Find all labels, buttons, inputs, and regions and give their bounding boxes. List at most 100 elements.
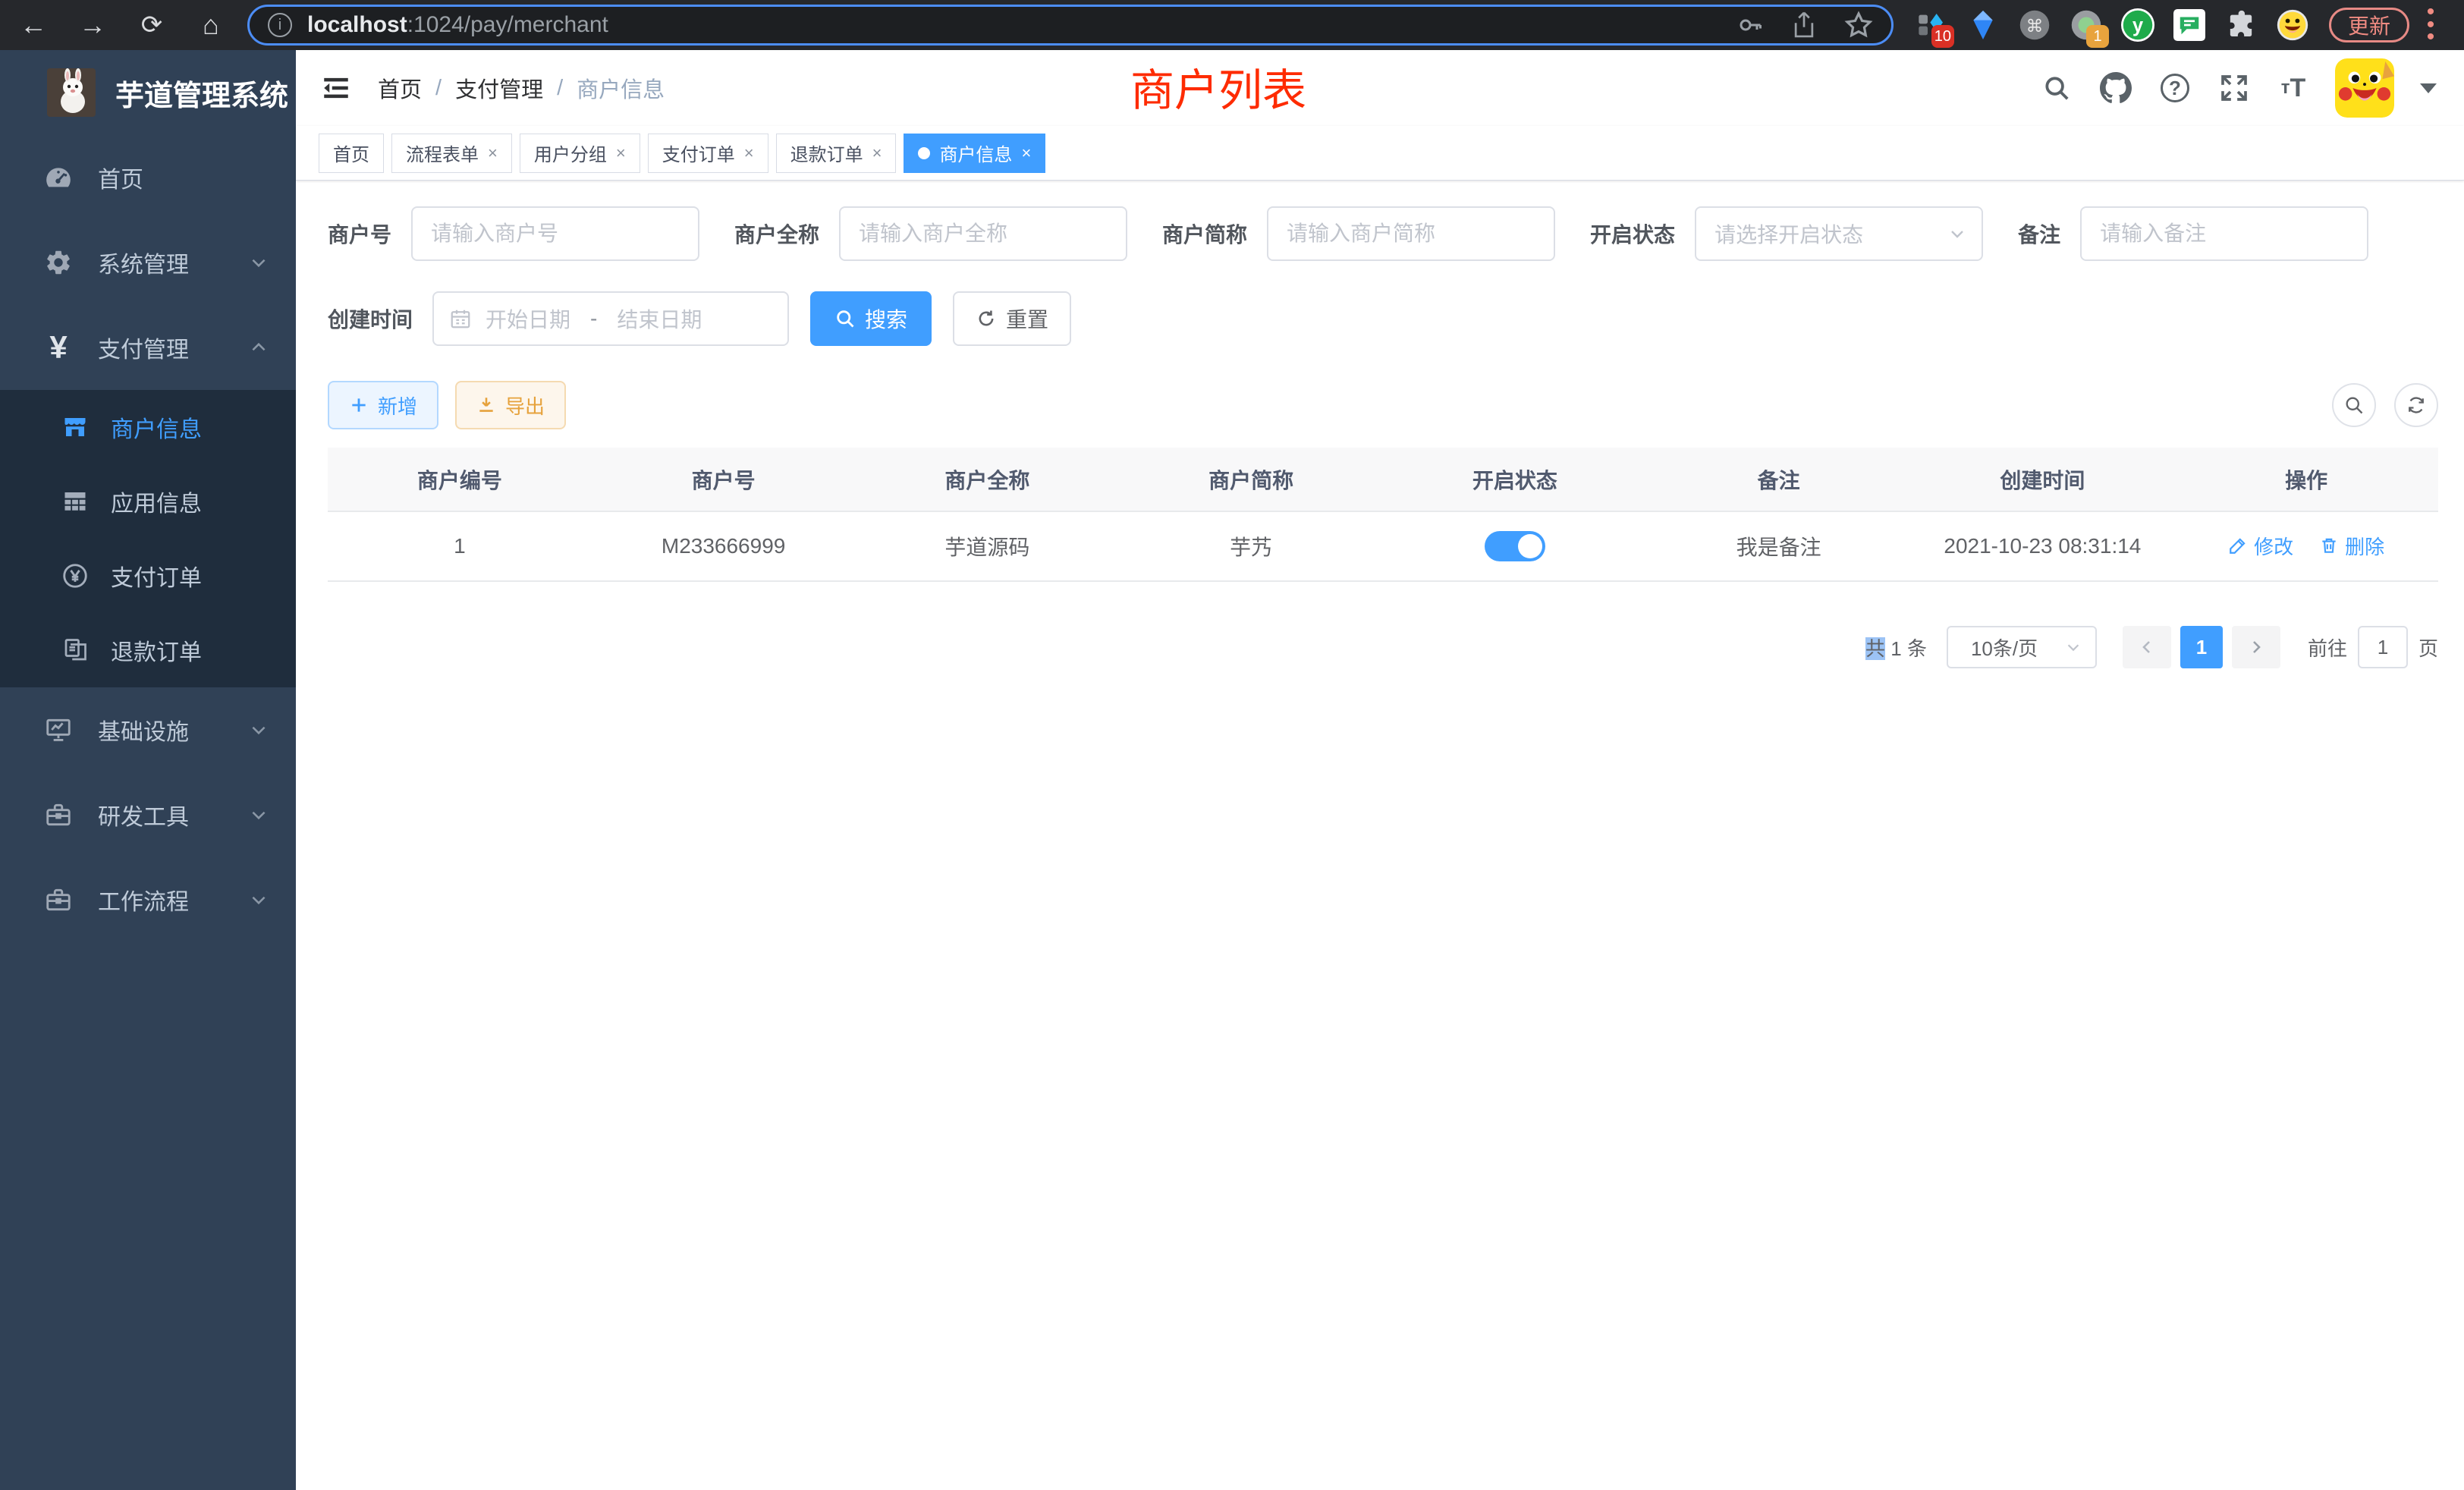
status-select[interactable]: 请选择开启状态 bbox=[1695, 206, 1983, 261]
add-button[interactable]: 新增 bbox=[328, 381, 438, 429]
shop-icon bbox=[59, 413, 91, 441]
page-size-select[interactable]: 10条/页 bbox=[1947, 626, 2097, 668]
sidebar-item-system[interactable]: 系统管理 bbox=[0, 220, 296, 305]
sidebar-item-merchant-info[interactable]: 商户信息 bbox=[0, 390, 296, 464]
user-avatar[interactable] bbox=[2335, 58, 2394, 118]
tab-pay-order[interactable]: 支付订单× bbox=[648, 134, 768, 173]
svg-text:y: y bbox=[2132, 15, 2144, 36]
bookmark-star-icon[interactable] bbox=[1844, 11, 1873, 39]
create-time-label: 创建时间 bbox=[328, 303, 413, 334]
tab-home[interactable]: 首页 bbox=[319, 134, 384, 173]
extension-green-y-icon[interactable]: y bbox=[2121, 8, 2154, 42]
refresh-icon[interactable] bbox=[2394, 383, 2438, 427]
cmd-glyph: ⌘ bbox=[2026, 16, 2044, 36]
password-key-icon[interactable] bbox=[1736, 11, 1764, 39]
sidebar-fold-icon[interactable] bbox=[320, 72, 352, 104]
close-icon[interactable]: × bbox=[488, 143, 498, 163]
sidebar-item-refund-order[interactable]: 退款订单 bbox=[0, 613, 296, 687]
page-number-1[interactable]: 1 bbox=[2180, 626, 2223, 668]
url-bar[interactable]: i localhost:1024/pay/merchant bbox=[247, 5, 1894, 46]
close-icon[interactable]: × bbox=[1021, 143, 1031, 163]
url-text: localhost:1024/pay/merchant bbox=[307, 12, 608, 38]
font-size-icon[interactable]: тT bbox=[2276, 71, 2311, 105]
extensions-puzzle-icon[interactable] bbox=[2224, 8, 2258, 42]
browser-forward-icon[interactable]: → bbox=[76, 11, 109, 39]
browser-reload-icon[interactable]: ⟳ bbox=[135, 12, 168, 38]
extension-recorder-icon[interactable]: 1 bbox=[2070, 8, 2103, 42]
toggle-knob bbox=[1518, 534, 1542, 558]
prev-page-button[interactable] bbox=[2123, 626, 2171, 668]
cell-merchant-no: M233666999 bbox=[592, 511, 856, 581]
edit-link[interactable]: 修改 bbox=[2228, 532, 2293, 560]
avatar-caret-icon[interactable] bbox=[2420, 83, 2437, 93]
top-navbar: 首页 / 支付管理 / 商户信息 ? bbox=[296, 50, 2464, 126]
browser-back-icon[interactable]: ← bbox=[17, 11, 50, 39]
sidebar-item-payment[interactable]: ¥ 支付管理 bbox=[0, 305, 296, 390]
status-toggle[interactable] bbox=[1485, 531, 1545, 561]
sidebar-item-home[interactable]: 首页 bbox=[0, 135, 296, 220]
col-create-time: 创建时间 bbox=[1911, 448, 2175, 511]
col-remark: 备注 bbox=[1647, 448, 1911, 511]
share-icon[interactable] bbox=[1791, 11, 1817, 39]
goto-label: 前往 bbox=[2308, 633, 2347, 662]
delete-link[interactable]: 删除 bbox=[2319, 532, 2384, 560]
create-time-range-picker[interactable]: 开始日期 - 结束日期 bbox=[432, 291, 789, 346]
full-name-label: 商户全称 bbox=[734, 218, 819, 249]
tab-merchant-info[interactable]: 商户信息× bbox=[904, 134, 1045, 173]
close-icon[interactable]: × bbox=[872, 143, 882, 163]
cell-create-time: 2021-10-23 08:31:14 bbox=[1911, 511, 2175, 581]
sidebar-item-infra[interactable]: 基础设施 bbox=[0, 687, 296, 772]
reset-button[interactable]: 重置 bbox=[953, 291, 1071, 346]
browser-menu-icon[interactable]: ••• bbox=[2423, 6, 2438, 44]
url-path: :1024/pay/merchant bbox=[407, 12, 608, 37]
help-icon[interactable]: ? bbox=[2158, 71, 2192, 105]
tab-user-group[interactable]: 用户分组× bbox=[520, 134, 640, 173]
toggle-search-icon[interactable] bbox=[2332, 383, 2376, 427]
extension-workona-icon[interactable]: 10 bbox=[1915, 8, 1948, 42]
next-page-button[interactable] bbox=[2232, 626, 2280, 668]
tab-refund-order[interactable]: 退款订单× bbox=[776, 134, 897, 173]
tab-process-form[interactable]: 流程表单× bbox=[391, 134, 512, 173]
short-name-input[interactable] bbox=[1267, 206, 1555, 261]
breadcrumb-section[interactable]: 支付管理 bbox=[455, 72, 543, 104]
col-full-name: 商户全称 bbox=[856, 448, 1120, 511]
breadcrumb-home[interactable]: 首页 bbox=[378, 72, 422, 104]
sidebar-item-label: 支付管理 bbox=[98, 331, 189, 364]
sidebar-item-label: 系统管理 bbox=[98, 246, 189, 279]
sidebar-item-label: 首页 bbox=[98, 161, 143, 194]
extension-badge-1: 1 bbox=[2086, 25, 2109, 48]
sidebar-item-pay-order[interactable]: 支付订单 bbox=[0, 539, 296, 613]
full-name-input[interactable] bbox=[839, 206, 1127, 261]
github-icon[interactable] bbox=[2098, 71, 2133, 105]
fullscreen-icon[interactable] bbox=[2217, 71, 2252, 105]
start-date-placeholder: 开始日期 bbox=[486, 303, 570, 334]
profile-emoji-avatar[interactable] bbox=[2276, 8, 2309, 42]
site-info-icon[interactable]: i bbox=[268, 13, 292, 37]
search-button[interactable]: 搜索 bbox=[810, 291, 932, 346]
chevron-down-icon bbox=[2065, 639, 2082, 655]
filter-row-1: 商户号 商户全称 商户简称 开启状态 请选择开启状态 bbox=[328, 206, 2438, 261]
end-date-placeholder: 结束日期 bbox=[617, 303, 702, 334]
export-button[interactable]: 导出 bbox=[455, 381, 566, 429]
extension-chat-icon[interactable] bbox=[2173, 8, 2206, 42]
extension-command-icon[interactable]: ⌘ bbox=[2018, 8, 2051, 42]
goto-page-input[interactable] bbox=[2358, 626, 2408, 668]
close-icon[interactable]: × bbox=[616, 143, 626, 163]
sidebar-logo[interactable]: 芋道管理系统 bbox=[0, 50, 296, 135]
short-name-label: 商户简称 bbox=[1162, 218, 1247, 249]
browser-update-button[interactable]: 更新 bbox=[2329, 8, 2409, 42]
rabbit-logo-icon bbox=[47, 68, 96, 117]
pagination-total: 共 1 条 bbox=[1865, 633, 1927, 662]
sidebar-item-app-info[interactable]: 应用信息 bbox=[0, 464, 296, 539]
browser-home-icon[interactable]: ⌂ bbox=[194, 11, 228, 39]
col-short-name: 商户简称 bbox=[1119, 448, 1383, 511]
sidebar-item-workflow[interactable]: 工作流程 bbox=[0, 857, 296, 942]
dashboard-icon bbox=[42, 163, 75, 192]
merchant-no-input[interactable] bbox=[411, 206, 699, 261]
remark-input[interactable] bbox=[2080, 206, 2368, 261]
header-search-icon[interactable] bbox=[2039, 71, 2074, 105]
cell-short-name: 芋艿 bbox=[1119, 511, 1383, 581]
extension-gem-icon[interactable] bbox=[1966, 8, 2000, 42]
close-icon[interactable]: × bbox=[744, 143, 754, 163]
sidebar-item-dev-tools[interactable]: 研发工具 bbox=[0, 772, 296, 857]
